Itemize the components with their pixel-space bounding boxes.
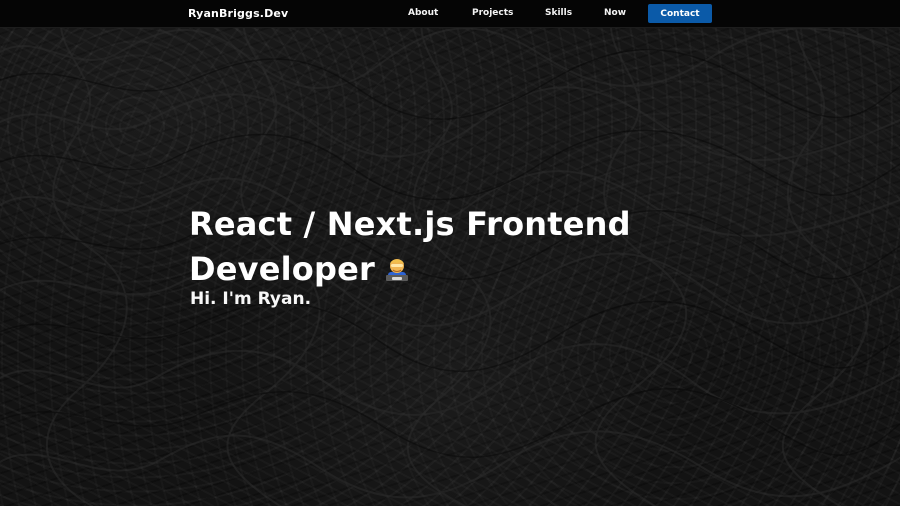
hero-title: React / Next.js Frontend Developer (189, 202, 749, 292)
nav-projects-link[interactable]: Projects (472, 0, 513, 27)
contact-button[interactable]: Contact (648, 4, 712, 23)
nav-skills-link[interactable]: Skills (545, 0, 572, 27)
nav-about-link[interactable]: About (408, 0, 438, 27)
hero-title-line-1: React / Next.js Frontend (189, 205, 631, 243)
hero-title-line-2: Developer (189, 250, 375, 288)
nav-now-link[interactable]: Now (604, 0, 626, 27)
portfolio-page: RyanBriggs.Dev About Projects Skills Now… (0, 0, 900, 506)
technologist-emoji-icon (385, 259, 408, 281)
hero-section: React / Next.js Frontend Developer Hi. I… (189, 202, 749, 311)
site-brand-link[interactable]: RyanBriggs.Dev (188, 0, 288, 27)
top-navigation-bar: RyanBriggs.Dev About Projects Skills Now… (0, 0, 900, 28)
hero-subtitle: Hi. I'm Ryan. (190, 289, 312, 309)
